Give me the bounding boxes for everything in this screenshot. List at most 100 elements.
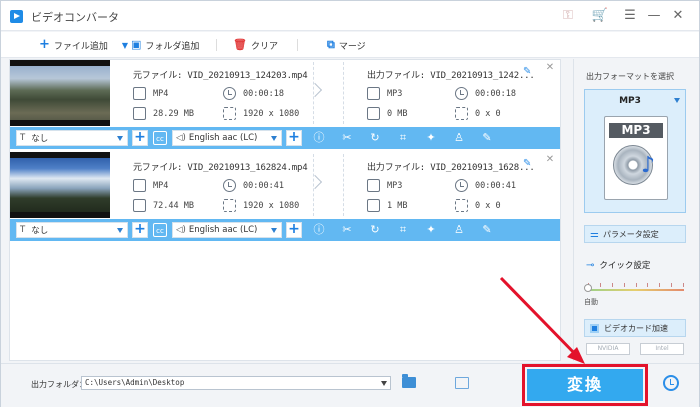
crop-icon[interactable]: ⌗ [396, 223, 410, 237]
cut-icon[interactable]: ✂ [340, 223, 354, 237]
add-subtitle-button[interactable]: + [132, 130, 148, 146]
add-audio-button[interactable]: + [286, 222, 302, 238]
format-icon [367, 179, 380, 192]
edit-icon[interactable]: ✎ [480, 131, 494, 145]
effects-icon[interactable]: ✦ [424, 223, 438, 237]
video-thumbnail[interactable] [10, 152, 110, 218]
minimize-button[interactable]: — [645, 7, 663, 25]
chevron-down-icon [117, 136, 123, 141]
music-note-icon: ♪ [641, 153, 656, 178]
toolbar-divider [216, 39, 217, 51]
close-window-button[interactable]: ✕ [669, 7, 687, 25]
format-icon [133, 179, 146, 192]
output-duration-value: 00:00:41 [475, 180, 516, 191]
output-folder-input[interactable]: C:\Users\Admin\Desktop [81, 376, 391, 390]
info-icon[interactable]: ⓘ [312, 131, 326, 145]
subtitle-select[interactable]: T なし [16, 130, 128, 146]
source-size: 28.29 MB [133, 107, 194, 120]
cc-icon[interactable]: cc [153, 131, 167, 145]
key-icon[interactable]: ⚿ [559, 7, 577, 25]
gpu-acceleration-toggle[interactable]: ビデオカード加速 [584, 319, 686, 337]
watermark-icon[interactable]: ♙ [452, 131, 466, 145]
menu-icon[interactable]: ☰ [621, 7, 639, 25]
cc-icon[interactable]: cc [153, 223, 167, 237]
merge-button[interactable]: ⧉ マージ [327, 37, 366, 53]
clear-button[interactable]: 🗑 クリア [233, 37, 278, 53]
file-size-icon [133, 199, 146, 212]
list-item: 元ファイル: VID_20210913_162824.mp4 MP4 00:00… [10, 152, 560, 244]
audio-track-value: English aac (LC) [188, 225, 258, 235]
add-subtitle-button[interactable]: + [132, 222, 148, 238]
source-duration-value: 00:00:41 [243, 180, 284, 191]
audio-track-select[interactable]: ◁) English aac (LC) [172, 222, 282, 238]
divider [343, 62, 344, 124]
format-panel-title: 出力フォーマットを選択 [586, 72, 674, 81]
format-selector[interactable]: MP3 MP3 ♪ [584, 89, 686, 213]
output-filename: 出力ファイル: VID_20210913_1628... [367, 163, 535, 173]
source-duration: 00:00:18 [223, 87, 284, 100]
effects-icon[interactable]: ✦ [424, 131, 438, 145]
thumbnail-letterbox [10, 212, 110, 218]
thumbnail-letterbox [10, 120, 110, 126]
chevron-down-icon [271, 228, 277, 233]
resolution-icon [223, 107, 236, 120]
rotate-icon[interactable]: ↻ [368, 131, 382, 145]
audio-track-select[interactable]: ◁) English aac (LC) [172, 130, 282, 146]
output-folder-label: 出力フォルダ： [31, 380, 87, 389]
rotate-icon[interactable]: ↻ [368, 223, 382, 237]
alarm-clock-icon[interactable] [663, 375, 679, 391]
info-icon[interactable]: ⓘ [312, 223, 326, 237]
selected-format: MP3 [619, 96, 641, 106]
edit-icon[interactable]: ✎ [480, 223, 494, 237]
remove-item-icon[interactable]: ✕ [545, 155, 555, 165]
source-filename: 元ファイル: VID_20210913_162824.mp4 [133, 163, 308, 173]
watermark-icon[interactable]: ♙ [452, 223, 466, 237]
file-size-icon [367, 107, 380, 120]
cut-icon[interactable]: ✂ [340, 131, 354, 145]
quality-ticks [588, 283, 684, 287]
resolution-icon [223, 199, 236, 212]
add-file-label: ファイル追加 [53, 41, 108, 52]
remove-item-icon[interactable]: ✕ [545, 63, 555, 73]
cart-icon[interactable]: 🛒 [591, 7, 609, 25]
mp3-icon-label: MP3 [609, 123, 663, 138]
add-audio-button[interactable]: + [286, 130, 302, 146]
text-icon: T [20, 133, 26, 143]
source-format-value: MP4 [153, 180, 169, 191]
speaker-icon: ◁) [176, 133, 186, 143]
resolution-icon [455, 107, 468, 120]
toolbar-divider [297, 39, 298, 51]
quick-settings: ⊸ クイック設定 [586, 259, 651, 272]
source-size: 72.44 MB [133, 199, 194, 212]
crop-icon[interactable]: ⌗ [396, 131, 410, 145]
merge-files-icon[interactable] [455, 377, 469, 389]
item-control-bar: T なし + cc ◁) English aac (LC) + ⓘ ✂ ↻ ⌗ … [10, 219, 560, 241]
edit-name-icon[interactable]: ✎ [523, 159, 533, 169]
parameter-settings-button[interactable]: ⚌ パラメータ設定 [584, 225, 686, 243]
clear-label: クリア [250, 41, 278, 52]
format-icon [367, 87, 380, 100]
output-resolution: 0 x 0 [455, 107, 501, 120]
folder-icon[interactable] [402, 374, 416, 388]
source-duration: 00:00:41 [223, 179, 284, 192]
chevron-down-icon[interactable] [381, 381, 387, 386]
add-file-button[interactable]: + ファイル追加 ▼ [39, 37, 128, 53]
output-size-value: 1 MB [387, 200, 408, 211]
output-resolution: 0 x 0 [455, 199, 501, 212]
merge-label: マージ [338, 41, 366, 52]
parameter-settings-label: パラメータ設定 [602, 229, 659, 239]
subtitle-select[interactable]: T なし [16, 222, 128, 238]
dropdown-caret-icon[interactable]: ▼ [122, 41, 128, 50]
edit-name-icon[interactable]: ✎ [523, 67, 533, 77]
divider [343, 154, 344, 216]
subtitle-value: なし [31, 226, 49, 236]
title-bar: ビデオコンバータ ⚿ 🛒 ☰ — ✕ [1, 1, 699, 31]
quality-slider-handle[interactable] [584, 284, 592, 292]
add-folder-button[interactable]: ▣ フォルダ追加 [131, 37, 199, 53]
quick-settings-label: クイック設定 [599, 261, 651, 271]
source-size-value: 28.29 MB [153, 108, 194, 119]
chevron-right-icon [307, 82, 323, 98]
chevron-down-icon [271, 136, 277, 141]
quality-slider-track[interactable] [586, 289, 684, 291]
video-thumbnail[interactable] [10, 60, 110, 126]
